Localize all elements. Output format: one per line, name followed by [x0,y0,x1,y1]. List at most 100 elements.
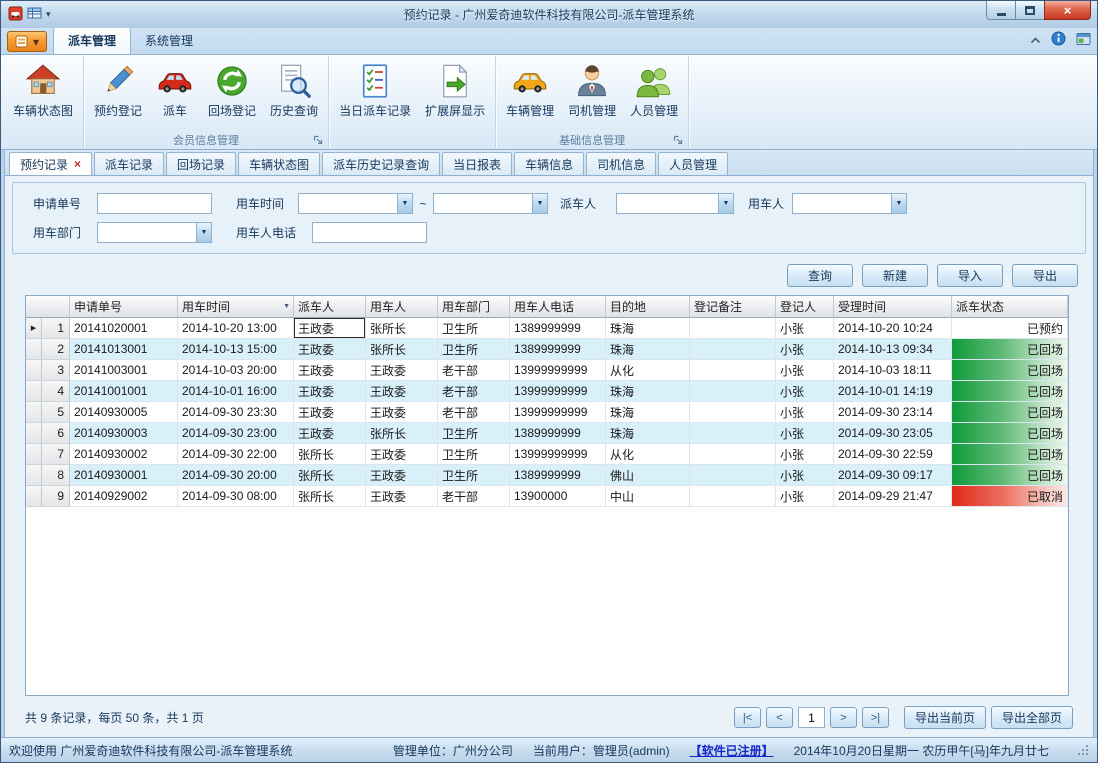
doc-tab-label: 派车历史记录查询 [333,156,429,173]
column-header-remark[interactable]: 登记备注 [690,296,776,318]
ribbon-button-vehicle-management[interactable]: 车辆管理 [499,57,561,121]
doc-tab-driver-info[interactable]: 司机信息 [586,152,656,175]
filter-dropdown-icon[interactable]: ▼ [283,303,290,310]
minimize-button[interactable] [986,1,1015,20]
use-time-to-input[interactable] [434,194,532,213]
doc-tab-person-management[interactable]: 人员管理 [658,152,728,175]
use-time-from-combo[interactable]: ▼ [298,193,413,214]
doc-tab-vehicle-info[interactable]: 车辆信息 [514,152,584,175]
maximize-button[interactable] [1015,1,1044,20]
row-indicator [26,339,42,360]
qat-dropdown-icon[interactable]: ▾ [46,9,51,20]
column-header-apply_no[interactable]: 申请单号 [70,296,178,318]
app-menu-button[interactable]: ▾ [7,31,47,52]
user-input[interactable] [793,194,891,213]
pencil-icon [100,62,136,100]
cell-dept: 卫生所 [438,339,510,360]
history-icon [276,62,312,100]
dept-combo[interactable]: ▼ [97,222,212,243]
info-icon[interactable] [1051,31,1066,49]
chevron-down-icon[interactable]: ▼ [532,194,547,213]
table-row[interactable]: 9201409290022014-09-30 08:00张所长王政委老干部139… [26,486,1068,507]
dispatcher-input[interactable] [617,194,718,213]
table-row[interactable]: 2201410130012014-10-13 15:00王政委张所长卫生所138… [26,339,1068,360]
ribbon-group-caption [332,132,492,148]
cell-dest: 中山 [606,486,690,507]
doc-tab-dispatch-history-query[interactable]: 派车历史记录查询 [322,152,440,175]
ribbon-button-history-query[interactable]: 历史查询 [263,57,325,121]
doc-tab-vehicle-status-chart[interactable]: 车辆状态图 [238,152,320,175]
table-row[interactable]: 5201409300052014-09-30 23:30王政委王政委老干部139… [26,402,1068,423]
export-button[interactable]: 导出 [1012,264,1078,287]
column-header-registrar[interactable]: 登记人 [776,296,834,318]
table-row[interactable]: 8201409300012014-09-30 20:00张所长王政委卫生所138… [26,465,1068,486]
next-page-button[interactable]: > [830,707,857,728]
table-row[interactable]: 7201409300022014-09-30 22:00张所长王政委卫生所139… [26,444,1068,465]
qat-grid-icon[interactable] [27,6,42,23]
ribbon-button-extend-screen[interactable]: 扩展屏显示 [418,57,492,121]
use-time-to-combo[interactable]: ▼ [433,193,548,214]
last-page-button[interactable]: >| [862,707,889,728]
import-button[interactable]: 导入 [937,264,1003,287]
apply-no-input[interactable] [97,193,212,214]
ribbon-tab-system-management[interactable]: 系统管理 [131,28,207,54]
prev-page-button[interactable]: < [766,707,793,728]
chevron-down-icon[interactable]: ▼ [196,223,211,242]
chevron-down-icon[interactable]: ▼ [891,194,906,213]
table-row[interactable]: 3201410030012014-10-03 20:00王政委王政委老干部139… [26,360,1068,381]
column-header-dest[interactable]: 目的地 [606,296,690,318]
use-time-from-input[interactable] [299,194,397,213]
user-combo[interactable]: ▼ [792,193,907,214]
first-page-button[interactable]: |< [734,707,761,728]
ribbon-button-reserve-register[interactable]: 预约登记 [87,57,149,121]
table-row[interactable]: 6201409300032014-09-30 23:00王政委张所长卫生所138… [26,423,1068,444]
cell-status: 已回场 [952,423,1068,444]
dialog-launcher-icon[interactable] [673,135,683,145]
ribbon-button-vehicle-status-chart[interactable]: 车辆状态图 [6,57,80,121]
column-header-phone[interactable]: 用车人电话 [510,296,606,318]
doc-tab-daily-report[interactable]: 当日报表 [442,152,512,175]
chevron-down-icon[interactable]: ▼ [718,194,733,213]
chevron-down-icon[interactable]: ▼ [397,194,412,213]
close-button[interactable]: × [1044,1,1091,20]
license-link[interactable]: 【软件已注册】 [690,742,774,759]
cell-user: 张所长 [366,339,438,360]
column-header-dispatcher[interactable]: 派车人 [294,296,366,318]
table-row[interactable]: 4201410010012014-10-01 16:00王政委王政委老干部139… [26,381,1068,402]
doc-tab-dispatch-records[interactable]: 派车记录 [94,152,164,175]
page-number-input[interactable] [798,707,825,728]
new-button[interactable]: 新建 [862,264,928,287]
ribbon-tab-dispatch-management[interactable]: 派车管理 [53,27,131,54]
row-indicator [26,402,42,423]
column-header-user[interactable]: 用车人 [366,296,438,318]
collapse-ribbon-icon[interactable] [1030,33,1041,47]
use-time-label: 用车时间 [236,195,298,212]
doc-tab-return-records[interactable]: 回场记录 [166,152,236,175]
column-header-status[interactable]: 派车状态 [952,296,1068,318]
ribbon-group-caption: 会员信息管理 [87,132,325,148]
ribbon-button-today-dispatch-records[interactable]: 当日派车记录 [332,57,418,121]
table-row[interactable]: ▶1201410200012014-10-20 13:00王政委张所长卫生所13… [26,318,1068,339]
cell-use_time: 2014-10-13 15:00 [178,339,294,360]
phone-input[interactable] [312,222,427,243]
column-header-use_time[interactable]: 用车时间▼ [178,296,294,318]
doc-tab-reservations[interactable]: 预约记录× [9,152,92,175]
dept-input[interactable] [98,223,196,242]
ribbon-button-person-management[interactable]: 人员管理 [623,57,685,121]
column-header-accept_time[interactable]: 受理时间 [834,296,952,318]
query-button[interactable]: 查询 [787,264,853,287]
ribbon-button-driver-management[interactable]: 司机管理 [561,57,623,121]
ribbon-button-return-register[interactable]: 回场登记 [201,57,263,121]
column-header-dept[interactable]: 用车部门 [438,296,510,318]
theme-icon[interactable] [1076,32,1091,49]
dispatcher-combo[interactable]: ▼ [616,193,734,214]
export-all-pages-button[interactable]: 导出全部页 [991,706,1073,729]
close-tab-icon[interactable]: × [74,157,81,171]
export-current-page-button[interactable]: 导出当前页 [904,706,986,729]
cell-status: 已回场 [952,465,1068,486]
ribbon-button-dispatch[interactable]: 派车 [149,57,201,121]
cell-dest: 佛山 [606,465,690,486]
cell-dest: 珠海 [606,402,690,423]
dialog-launcher-icon[interactable] [313,135,323,145]
resize-grip[interactable] [1077,744,1089,756]
